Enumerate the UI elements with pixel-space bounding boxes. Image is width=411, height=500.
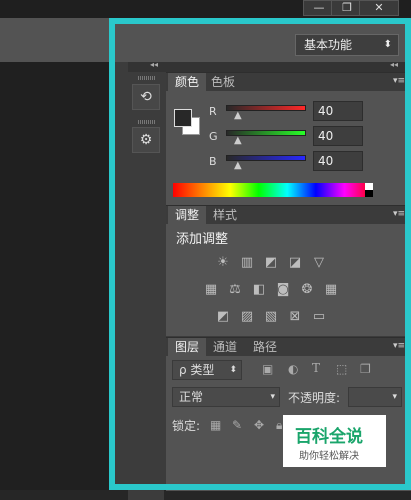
expand-icon[interactable]: ◂◂ [390,60,398,69]
slider-thumb-icon[interactable]: ▲ [234,160,242,171]
layers-panel: 图层 通道 路径 ▾≡ ρ 类型 ⬍ ▣ ◐ T ⬚ ❐ 正常 ▾ 不透明度: … [166,337,411,491]
invert-icon[interactable]: ◩ [214,309,232,325]
blend-mode-select[interactable]: 正常 ▾ [172,387,280,407]
watermark-title: 百科全说 [295,427,363,447]
dock-header: ◂◂ ◂◂ [128,60,411,72]
lock-image-icon[interactable]: ✎ [232,418,242,432]
panel-menu-icon[interactable]: ▾≡ [393,341,405,351]
channel-r-label: R [209,105,217,118]
workspace-label: 基本功能 [304,38,353,52]
color-balance-icon[interactable]: ⚖ [226,282,244,298]
channel-g-field[interactable]: 40 [313,126,363,146]
tab-channels[interactable]: 通道 [206,338,244,356]
history-button[interactable]: ⟲ [132,84,160,110]
title-bar: — ❐ ✕ [0,0,411,18]
tab-layers[interactable]: 图层 [168,338,207,356]
exposure-icon[interactable]: ◪ [286,255,304,271]
add-adjustment-title: 添加调整 [176,232,229,247]
gradient-map-icon[interactable]: ▭ [310,309,328,325]
chevron-down-icon: ▾ [270,392,275,402]
adjustments-panel: 调整 样式 ▾≡ 添加调整 ☀ ▥ ◩ ◪ ▽ ▦ ⚖ ◧ ◙ ❂ ▦ ◩ ▨ … [166,205,411,336]
document-area [0,62,115,490]
threshold-icon[interactable]: ▧ [262,309,280,325]
color-panel-tabs: 颜色 色板 ▾≡ [166,73,411,91]
levels-icon[interactable]: ▥ [238,255,256,271]
workspace-select[interactable]: 基本功能 ⬍ [295,34,399,56]
photo-filter-icon[interactable]: ◙ [274,282,292,298]
chevron-updown-icon: ⬍ [383,39,392,50]
curves-icon[interactable]: ◩ [262,255,280,271]
history-icon: ⟲ [140,89,152,105]
maximize-icon: ❐ [342,1,352,14]
watermark-logo: 百科全说 助你轻松解决 [283,415,386,467]
tab-styles[interactable]: 样式 [206,206,244,224]
smart-object-filter-icon[interactable]: ❐ [360,362,371,376]
shape-filter-icon[interactable]: ⬚ [336,362,347,376]
lock-label: 锁定: [172,419,201,433]
layer-filter-label: ρ 类型 [179,363,215,377]
tab-adjustments[interactable]: 调整 [168,206,207,224]
tab-swatches[interactable]: 色板 [204,73,242,91]
icon-strip: ⟲ ⚙ [128,72,164,500]
chevron-updown-icon: ⬍ [229,365,237,375]
layers-panel-tabs: 图层 通道 路径 ▾≡ [166,338,411,356]
properties-icon: ⚙ [139,132,153,148]
color-lookup-icon[interactable]: ▦ [322,282,340,298]
close-button[interactable]: ✕ [359,0,399,16]
lock-all-icon[interactable]: 🔒︎ [276,418,282,433]
layer-filter-select[interactable]: ρ 类型 ⬍ [172,360,242,380]
watermark-subtitle: 助你轻松解决 [299,451,359,462]
minimize-icon: — [313,1,325,14]
tab-color[interactable]: 颜色 [168,73,207,91]
color-spectrum-bar[interactable] [173,183,373,197]
adjustments-panel-tabs: 调整 样式 ▾≡ [166,206,411,224]
black-white-icon[interactable]: ◧ [250,282,268,298]
opacity-field[interactable]: ▾ [348,387,402,407]
adjustment-filter-icon[interactable]: ◐ [288,362,298,376]
close-icon: ✕ [374,1,384,14]
channel-b-field[interactable]: 40 [313,151,363,171]
properties-button[interactable]: ⚙ [132,127,160,153]
channel-r-field[interactable]: 40 [313,101,363,121]
channel-mixer-icon[interactable]: ❂ [298,282,316,298]
strip-grip[interactable] [138,76,156,80]
vibrance-icon[interactable]: ▽ [310,255,328,271]
selective-color-icon[interactable]: ⊠ [286,309,304,325]
brightness-icon[interactable]: ☀ [214,255,232,271]
opacity-label: 不透明度: [288,391,341,405]
panel-menu-icon[interactable]: ▾≡ [393,76,405,86]
slider-thumb-icon[interactable]: ▲ [234,135,242,146]
channel-b-label: B [209,155,217,168]
chevron-down-icon: ▾ [392,392,397,402]
strip-grip[interactable] [138,120,156,124]
hue-saturation-icon[interactable]: ▦ [202,282,220,298]
lock-position-icon[interactable]: ✥ [254,418,264,432]
posterize-icon[interactable]: ▨ [238,309,256,325]
panel-menu-icon[interactable]: ▾≡ [393,209,405,219]
collapse-icon[interactable]: ◂◂ [150,60,158,69]
type-filter-icon[interactable]: T [312,361,320,375]
slider-thumb-icon[interactable]: ▲ [234,110,242,121]
blend-mode-label: 正常 [179,390,204,404]
tab-paths[interactable]: 路径 [246,338,284,356]
channel-g-label: G [209,130,218,143]
pixel-filter-icon[interactable]: ▣ [262,362,273,376]
color-panel: 颜色 色板 ▾≡ R ▲ 40 G ▲ 40 B ▲ 40 [166,72,411,205]
foreground-color-swatch[interactable] [174,109,192,127]
lock-transparency-icon[interactable]: ▦ [210,418,221,432]
